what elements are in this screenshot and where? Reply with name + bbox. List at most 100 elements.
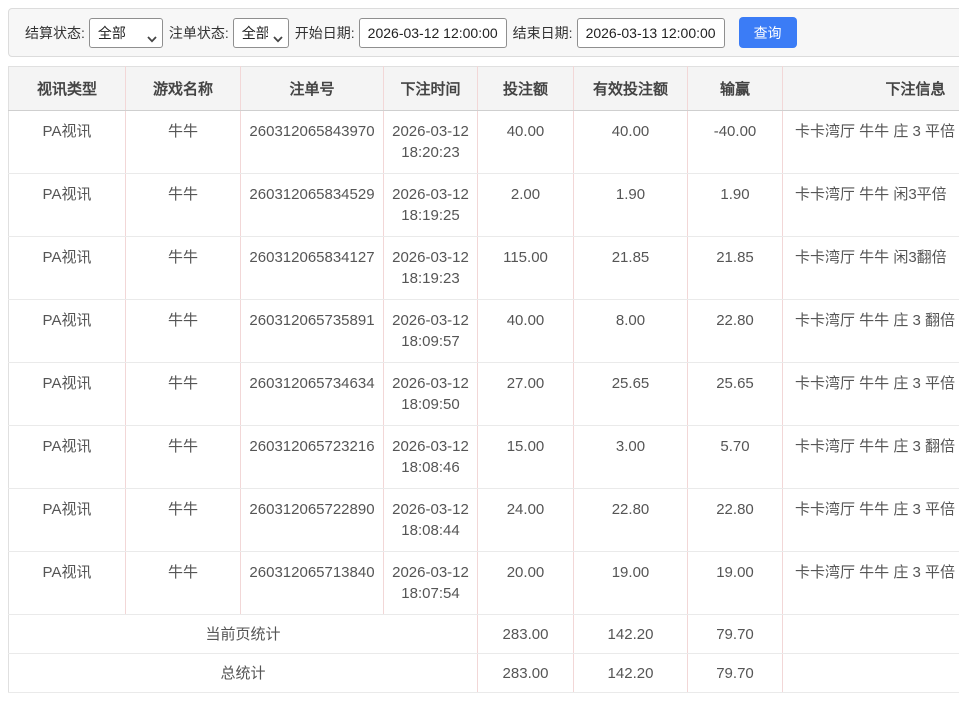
cell-bet-time: 2026-03-12 18:09:57 bbox=[384, 300, 478, 363]
end-date-input[interactable] bbox=[577, 18, 725, 48]
header-video-type: 视讯类型 bbox=[9, 67, 126, 111]
cell-video-type: PA视讯 bbox=[9, 552, 126, 615]
table-row: PA视讯牛牛2603120657232162026-03-12 18:08:46… bbox=[9, 426, 959, 489]
cell-game-name: 牛牛 bbox=[126, 363, 241, 426]
cell-bet-amount: 15.00 bbox=[478, 426, 574, 489]
current-page-winloss-total: 79.70 bbox=[688, 615, 783, 654]
cell-win-loss: 22.80 bbox=[688, 489, 783, 552]
header-game-name: 游戏名称 bbox=[126, 67, 241, 111]
table-row: PA视讯牛牛2603120658345292026-03-12 18:19:25… bbox=[9, 174, 959, 237]
cell-bet-id: 260312065735891 bbox=[241, 300, 384, 363]
cell-bet-time: 2026-03-12 18:08:46 bbox=[384, 426, 478, 489]
header-win-loss: 输赢 bbox=[688, 67, 783, 111]
end-date-label: 结束日期: bbox=[513, 23, 573, 43]
cell-bet-id: 260312065722890 bbox=[241, 489, 384, 552]
header-bet-amount: 投注额 bbox=[478, 67, 574, 111]
cell-game-name: 牛牛 bbox=[126, 552, 241, 615]
cell-bet-info: 卡卡湾厅 牛牛 庄 3 翻倍 bbox=[783, 426, 959, 489]
cell-bet-amount: 40.00 bbox=[478, 300, 574, 363]
cell-valid-amount: 1.90 bbox=[574, 174, 688, 237]
cell-bet-id: 260312065713840 bbox=[241, 552, 384, 615]
header-valid-amount: 有效投注额 bbox=[574, 67, 688, 111]
cell-win-loss: 1.90 bbox=[688, 174, 783, 237]
cell-bet-time: 2026-03-12 18:19:25 bbox=[384, 174, 478, 237]
filter-bar: 结算状态: 全部 注单状态: 全部 开始日期: 结束日期: 查询 bbox=[8, 8, 959, 57]
cell-valid-amount: 21.85 bbox=[574, 237, 688, 300]
cell-win-loss: 22.80 bbox=[688, 300, 783, 363]
cell-bet-info: 卡卡湾厅 牛牛 庄 3 平倍 bbox=[783, 489, 959, 552]
cell-bet-time: 2026-03-12 18:20:23 bbox=[384, 111, 478, 174]
start-date-label: 开始日期: bbox=[295, 23, 355, 43]
grand-total-stats-label: 总统计 bbox=[9, 654, 478, 693]
cell-game-name: 牛牛 bbox=[126, 237, 241, 300]
query-button[interactable]: 查询 bbox=[739, 17, 797, 48]
cell-video-type: PA视讯 bbox=[9, 237, 126, 300]
cell-bet-amount: 2.00 bbox=[478, 174, 574, 237]
grand-total-stats-row: 总统计 283.00 142.20 79.70 bbox=[9, 654, 959, 693]
table-row: PA视讯牛牛2603120657138402026-03-12 18:07:54… bbox=[9, 552, 959, 615]
cell-bet-info: 卡卡湾厅 牛牛 闲3翻倍 bbox=[783, 237, 959, 300]
cell-bet-amount: 40.00 bbox=[478, 111, 574, 174]
cell-bet-id: 260312065843970 bbox=[241, 111, 384, 174]
table-row: PA视讯牛牛2603120658439702026-03-12 18:20:23… bbox=[9, 111, 959, 174]
cell-win-loss: 21.85 bbox=[688, 237, 783, 300]
cell-bet-amount: 27.00 bbox=[478, 363, 574, 426]
cell-bet-info: 卡卡湾厅 牛牛 庄 3 平倍 bbox=[783, 363, 959, 426]
table-row: PA视讯牛牛2603120657358912026-03-12 18:09:57… bbox=[9, 300, 959, 363]
records-table-wrap: 视讯类型 游戏名称 注单号 下注时间 投注额 有效投注额 输赢 下注信息 PA视… bbox=[8, 66, 951, 693]
cell-game-name: 牛牛 bbox=[126, 489, 241, 552]
cell-valid-amount: 40.00 bbox=[574, 111, 688, 174]
header-bet-time: 下注时间 bbox=[384, 67, 478, 111]
current-page-valid-total: 142.20 bbox=[574, 615, 688, 654]
cell-valid-amount: 8.00 bbox=[574, 300, 688, 363]
current-page-stats-row: 当前页统计 283.00 142.20 79.70 bbox=[9, 615, 959, 654]
grand-total-amount: 283.00 bbox=[478, 654, 574, 693]
cell-bet-amount: 20.00 bbox=[478, 552, 574, 615]
grand-total-winloss: 79.70 bbox=[688, 654, 783, 693]
table-row: PA视讯牛牛2603120657228902026-03-12 18:08:44… bbox=[9, 489, 959, 552]
page: 结算状态: 全部 注单状态: 全部 开始日期: 结束日期: 查询 bbox=[0, 0, 959, 701]
cell-win-loss: 19.00 bbox=[688, 552, 783, 615]
cell-game-name: 牛牛 bbox=[126, 300, 241, 363]
cell-bet-time: 2026-03-12 18:19:23 bbox=[384, 237, 478, 300]
cell-video-type: PA视讯 bbox=[9, 300, 126, 363]
cell-bet-info: 卡卡湾厅 牛牛 庄 3 平倍 bbox=[783, 111, 959, 174]
bet-status-select[interactable]: 全部 bbox=[233, 18, 289, 48]
cell-game-name: 牛牛 bbox=[126, 426, 241, 489]
cell-bet-id: 260312065734634 bbox=[241, 363, 384, 426]
cell-video-type: PA视讯 bbox=[9, 111, 126, 174]
header-bet-id: 注单号 bbox=[241, 67, 384, 111]
bet-status-select-wrap: 全部 bbox=[233, 18, 289, 48]
cell-video-type: PA视讯 bbox=[9, 426, 126, 489]
cell-win-loss: 25.65 bbox=[688, 363, 783, 426]
table-header-row: 视讯类型 游戏名称 注单号 下注时间 投注额 有效投注额 输赢 下注信息 bbox=[9, 67, 959, 111]
cell-video-type: PA视讯 bbox=[9, 363, 126, 426]
current-page-stats-label: 当前页统计 bbox=[9, 615, 478, 654]
grand-total-info-empty bbox=[783, 654, 959, 693]
cell-video-type: PA视讯 bbox=[9, 174, 126, 237]
cell-video-type: PA视讯 bbox=[9, 489, 126, 552]
cell-bet-time: 2026-03-12 18:09:50 bbox=[384, 363, 478, 426]
bet-status-label: 注单状态: bbox=[169, 23, 229, 43]
current-page-info-empty bbox=[783, 615, 959, 654]
cell-valid-amount: 25.65 bbox=[574, 363, 688, 426]
settle-status-select-wrap: 全部 bbox=[89, 18, 163, 48]
settle-status-label: 结算状态: bbox=[25, 23, 85, 43]
cell-win-loss: 5.70 bbox=[688, 426, 783, 489]
start-date-input[interactable] bbox=[359, 18, 507, 48]
cell-bet-info: 卡卡湾厅 牛牛 庄 3 平倍 bbox=[783, 552, 959, 615]
cell-bet-info: 卡卡湾厅 牛牛 庄 3 翻倍 bbox=[783, 300, 959, 363]
table-row: PA视讯牛牛2603120657346342026-03-12 18:09:50… bbox=[9, 363, 959, 426]
cell-bet-id: 260312065723216 bbox=[241, 426, 384, 489]
grand-total-valid: 142.20 bbox=[574, 654, 688, 693]
cell-bet-id: 260312065834127 bbox=[241, 237, 384, 300]
cell-win-loss: -40.00 bbox=[688, 111, 783, 174]
settle-status-select[interactable]: 全部 bbox=[89, 18, 163, 48]
cell-bet-amount: 24.00 bbox=[478, 489, 574, 552]
cell-valid-amount: 19.00 bbox=[574, 552, 688, 615]
current-page-amount-total: 283.00 bbox=[478, 615, 574, 654]
cell-valid-amount: 3.00 bbox=[574, 426, 688, 489]
cell-game-name: 牛牛 bbox=[126, 174, 241, 237]
cell-valid-amount: 22.80 bbox=[574, 489, 688, 552]
cell-bet-id: 260312065834529 bbox=[241, 174, 384, 237]
